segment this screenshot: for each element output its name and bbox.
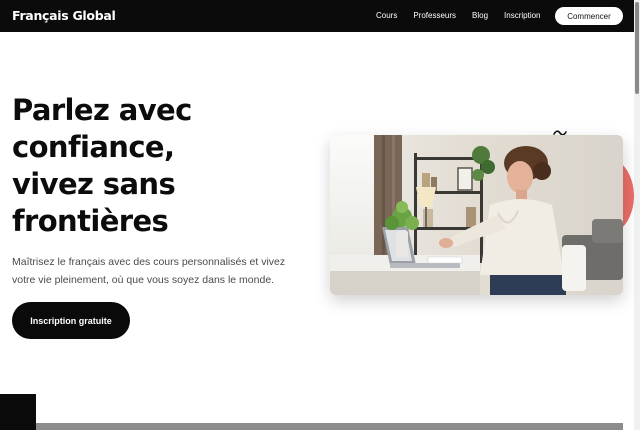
nav-link-blog[interactable]: Blog	[472, 11, 488, 20]
commencer-button[interactable]: Commencer	[555, 7, 623, 25]
bottom-dark-block	[0, 394, 36, 430]
top-nav-bar: Français Global Cours Professeurs Blog I…	[0, 0, 634, 32]
hero-title: Parlez avec confiance, vivez sans fronti…	[12, 92, 312, 240]
nav-link-cours[interactable]: Cours	[376, 11, 397, 20]
page-scrollbar[interactable]	[634, 0, 640, 430]
bottom-section-divider	[36, 423, 623, 430]
hero-title-line-4: frontières	[12, 204, 169, 238]
nav-link-inscription[interactable]: Inscription	[504, 11, 540, 20]
hero-photo	[330, 135, 623, 295]
main-nav: Cours Professeurs Blog Inscription	[376, 11, 557, 20]
woman-laptop-illustration	[330, 135, 623, 295]
site-logo[interactable]: Français Global	[12, 8, 116, 23]
hero-title-line-2: confiance,	[12, 130, 175, 164]
hero-subtitle: Maîtrisez le français avec des cours per…	[12, 256, 286, 286]
inscription-gratuite-button[interactable]: Inscription gratuite	[12, 302, 130, 339]
scrollbar-thumb[interactable]	[635, 2, 639, 94]
hero-title-line-1: Parlez avec	[12, 93, 192, 127]
nav-link-professeurs[interactable]: Professeurs	[413, 11, 456, 20]
hero-title-line-3: vivez sans	[12, 167, 176, 201]
